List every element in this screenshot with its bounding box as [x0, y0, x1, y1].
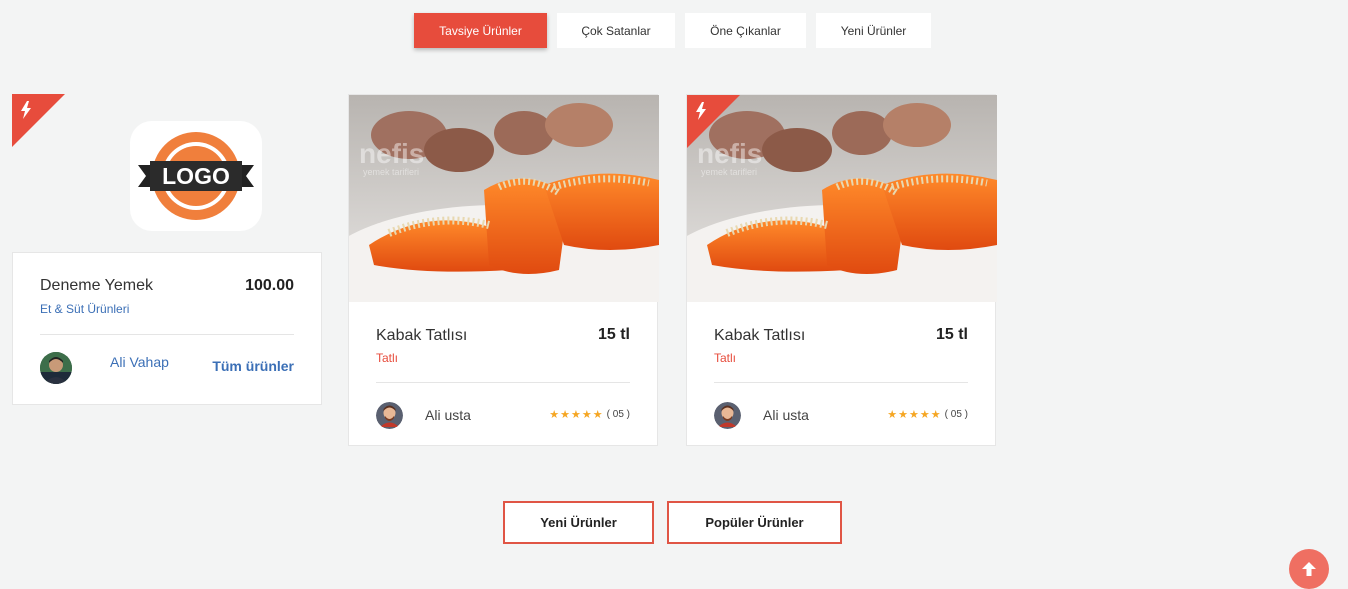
- new-products-button[interactable]: Yeni Ürünler: [503, 501, 654, 544]
- star-icon: ★: [581, 409, 593, 421]
- svg-text:yemek tarifleri: yemek tarifleri: [363, 167, 419, 177]
- product-author[interactable]: Ali usta: [763, 407, 809, 423]
- avatar: [376, 402, 403, 429]
- review-count: ( 05 ): [944, 409, 968, 420]
- bolt-icon: [696, 102, 706, 120]
- tab-yeni-urunler[interactable]: Yeni Ürünler: [816, 13, 931, 48]
- svg-text:LOGO: LOGO: [162, 163, 230, 189]
- avatar: [714, 402, 741, 429]
- store-author[interactable]: Ali Vahap: [110, 354, 169, 370]
- product-card[interactable]: nefis yemek tarifleri Kabak Tatlısı 15 t…: [348, 94, 659, 446]
- star-icon: ★: [560, 409, 572, 421]
- star-icon: ★: [930, 409, 942, 421]
- star-icon: ★: [887, 409, 899, 421]
- tab-one-cikanlar[interactable]: Öne Çıkanlar: [685, 13, 806, 48]
- star-icon: ★: [549, 409, 561, 421]
- rating-stars: ★ ★ ★ ★ ★ ( 05 ): [549, 408, 630, 421]
- scroll-top-button[interactable]: [1289, 549, 1329, 589]
- product-image[interactable]: nefis yemek tarifleri: [349, 95, 659, 302]
- store-price: 100.00: [245, 277, 294, 294]
- product-tabs: Tavsiye Ürünler Çok Satanlar Öne Çıkanla…: [414, 13, 931, 48]
- bolt-icon: [21, 101, 31, 119]
- store-title[interactable]: Deneme Yemek: [40, 277, 153, 295]
- store-card[interactable]: LOGO Deneme Yemek 100.00 Et & Süt Ürünle…: [12, 94, 322, 405]
- star-icon: ★: [909, 409, 920, 421]
- star-icon: ★: [571, 409, 582, 421]
- all-products-link[interactable]: Tüm ürünler: [212, 358, 294, 374]
- rating-stars: ★ ★ ★ ★ ★ ( 05 ): [887, 408, 968, 421]
- store-category[interactable]: Et & Süt Ürünleri: [40, 302, 129, 316]
- product-price: 15 tl: [597, 326, 630, 343]
- tab-cok-satanlar[interactable]: Çok Satanlar: [557, 13, 675, 48]
- product-category[interactable]: Tatlı: [714, 351, 736, 365]
- product-price: 15 tl: [935, 326, 968, 343]
- popular-products-button[interactable]: Popüler Ürünler: [667, 501, 842, 544]
- product-author[interactable]: Ali usta: [425, 407, 471, 423]
- star-icon: ★: [919, 409, 931, 421]
- logo-image: LOGO: [138, 132, 254, 220]
- product-title[interactable]: Kabak Tatlısı: [714, 327, 805, 345]
- product-card[interactable]: nefis yemek tarifleri Kabak Tatlısı 15 t…: [686, 94, 997, 446]
- product-title[interactable]: Kabak Tatlısı: [376, 327, 467, 345]
- divider: [40, 334, 294, 335]
- star-icon: ★: [592, 409, 604, 421]
- store-logo[interactable]: LOGO: [130, 121, 262, 231]
- divider: [714, 382, 968, 383]
- tab-tavsiye-urunler[interactable]: Tavsiye Ürünler: [414, 13, 547, 48]
- star-icon: ★: [898, 409, 910, 421]
- review-count: ( 05 ): [606, 409, 630, 420]
- product-category[interactable]: Tatlı: [376, 351, 398, 365]
- store-info: Deneme Yemek 100.00 Et & Süt Ürünleri Al…: [12, 252, 322, 405]
- arrow-up-icon: [1302, 562, 1316, 576]
- svg-text:nefis: nefis: [359, 138, 424, 169]
- svg-text:yemek tarifleri: yemek tarifleri: [701, 167, 757, 177]
- avatar: [40, 352, 72, 384]
- divider: [376, 382, 630, 383]
